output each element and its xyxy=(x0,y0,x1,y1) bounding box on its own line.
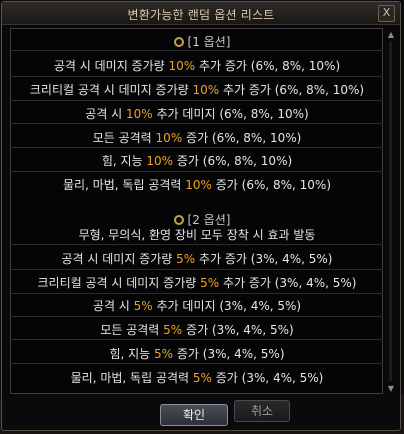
confirm-button[interactable]: 확인 xyxy=(160,404,228,426)
option-line: 힘, 지능 5% 증가 (3%, 4%, 5%) xyxy=(109,347,285,361)
divider xyxy=(10,339,383,340)
divider xyxy=(10,100,383,101)
option-line: 모든 공격력 5% 증가 (3%, 4%, 5%) xyxy=(100,323,294,337)
option-line: 공격 시 데미지 증가량 5% 추가 증가 (3%, 4%, 5%) xyxy=(61,252,333,266)
section-2-title: [2 옵션] xyxy=(187,213,231,227)
option-line: 공격 시 5% 추가 데미지 (3%, 4%, 5%) xyxy=(92,299,302,313)
option-line: 크리티컬 공격 시 데미지 증가량 10% 추가 증가 (6%, 8%, 10%… xyxy=(29,83,365,97)
close-button[interactable]: X xyxy=(378,5,395,22)
window-title: 변환가능한 랜덤 옵션 리스트 xyxy=(127,8,275,22)
option-line: 공격 시 10% 추가 데미지 (6%, 8%, 10%) xyxy=(85,107,309,121)
divider xyxy=(10,293,383,294)
option-line: 물리, 마법, 독립 공격력 10% 증가 (6%, 8%, 10%) xyxy=(63,178,331,192)
divider xyxy=(10,123,383,124)
divider xyxy=(10,363,383,364)
section-2-intro: 무형, 무의식, 환영 장비 모두 장착 시 효과 발동 xyxy=(78,228,316,242)
divider xyxy=(10,147,383,148)
option-gear-icon xyxy=(173,37,184,47)
option-line: 힘, 지능 10% 증가 (6%, 8%, 10%) xyxy=(101,154,293,168)
option-line: 물리, 마법, 독립 공격력 5% 증가 (3%, 4%, 5%) xyxy=(70,371,324,385)
section-1-title: [1 옵션] xyxy=(187,35,231,49)
option-line: 공격 시 데미지 증가량 10% 추가 증가 (6%, 8%, 10%) xyxy=(53,59,341,73)
option-line: 모든 공격력 10% 증가 (6%, 8%, 10%) xyxy=(92,131,302,145)
divider xyxy=(10,269,383,270)
divider xyxy=(10,244,383,245)
divider xyxy=(10,171,383,172)
option-line: 크리티컬 공격 시 데미지 증가량 5% 추가 증가 (3%, 4%, 5%) xyxy=(37,276,357,290)
title-bar[interactable]: 변환가능한 랜덤 옵션 리스트 X xyxy=(2,2,400,25)
section-1-header: [1 옵션] xyxy=(0,33,404,50)
divider xyxy=(10,316,383,317)
divider xyxy=(10,76,383,77)
option-gear-icon xyxy=(173,215,184,225)
divider xyxy=(10,50,383,51)
cancel-button[interactable]: 취소 xyxy=(234,400,290,422)
